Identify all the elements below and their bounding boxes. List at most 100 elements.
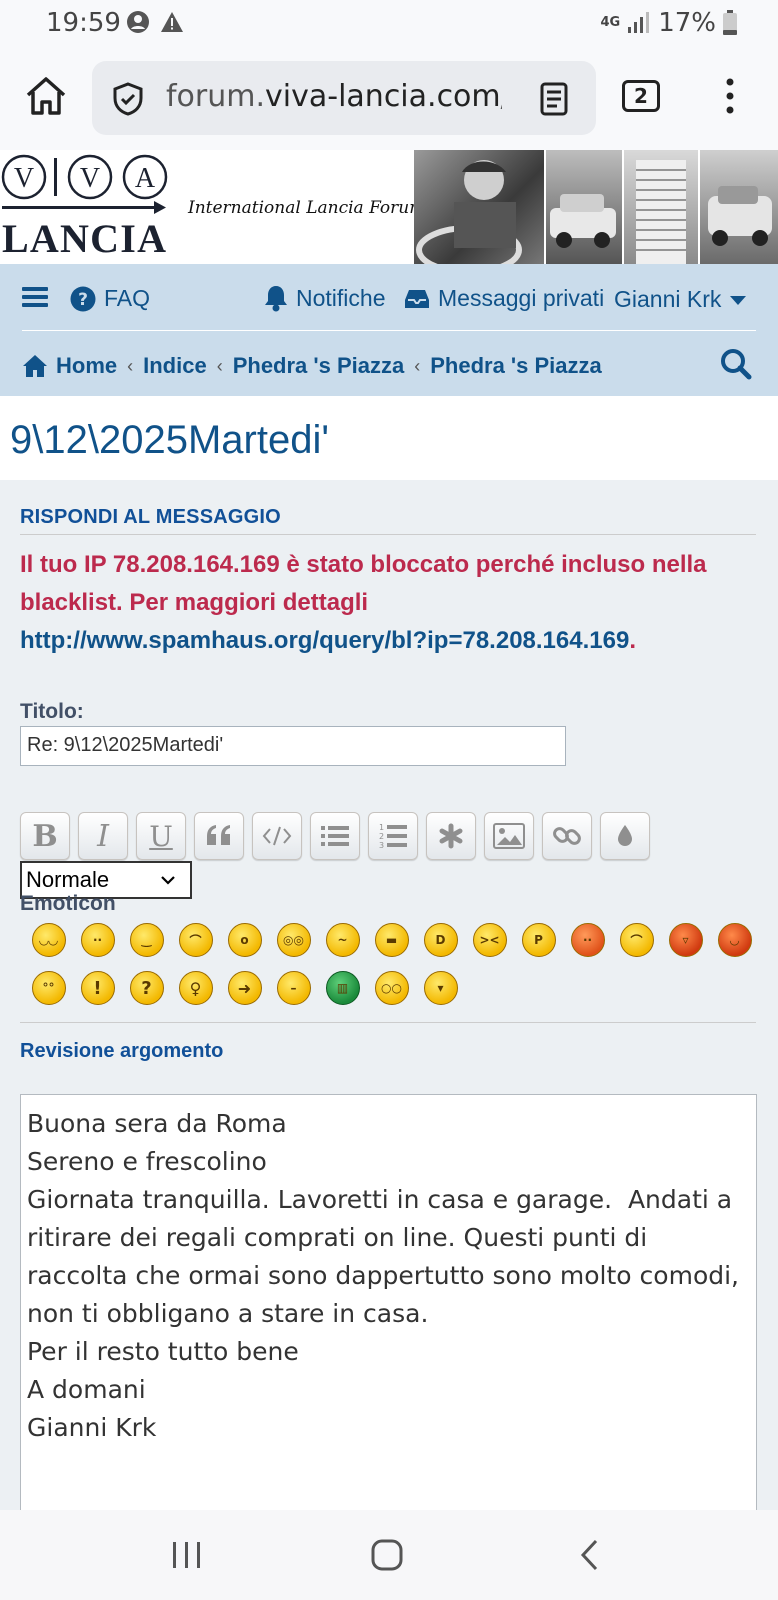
emoticon-confused-icon[interactable]: ~ xyxy=(318,917,367,963)
link-icon xyxy=(553,827,581,845)
svg-text:V: V xyxy=(14,163,34,194)
emoticon-razz-icon[interactable]: P xyxy=(514,917,563,963)
emoticon-smile-icon[interactable]: ·· xyxy=(73,917,122,963)
question-circle-icon: ? xyxy=(70,286,96,311)
emoticon-idea-icon[interactable]: ♀ xyxy=(171,965,220,1011)
signal-icon xyxy=(628,12,650,33)
breadcrumb-index[interactable]: Indice xyxy=(143,353,207,379)
breadcrumb-forum[interactable]: Phedra 's Piazza xyxy=(430,353,602,379)
caret-down-icon[interactable] xyxy=(729,294,747,306)
emoticon-eek-icon[interactable]: ◎◎ xyxy=(269,917,318,963)
code-button[interactable] xyxy=(252,812,302,860)
chevron-down-icon[interactable] xyxy=(160,875,176,885)
message-textarea[interactable]: Buona sera da Roma Sereno e frescolino G… xyxy=(20,1094,757,1514)
emoticon-exclaim-icon[interactable]: ! xyxy=(73,965,122,1011)
reply-panel: RISPONDI AL MESSAGGIO Il tuo IP 78.208.1… xyxy=(0,480,778,1514)
reader-mode-icon[interactable] xyxy=(536,81,572,117)
viva-lancia-logo[interactable]: V V A LANCIA xyxy=(0,152,170,258)
bell-icon xyxy=(265,286,287,312)
status-right: 4G 17% xyxy=(600,8,738,38)
network-type: 4G xyxy=(600,15,621,30)
site-tagline: International Lancia Forums xyxy=(188,198,435,218)
numbered-list-icon: 123 xyxy=(379,823,407,850)
emoticon-label: Emoticon xyxy=(20,892,116,915)
list-button[interactable] xyxy=(310,812,360,860)
header-photo-car xyxy=(546,150,622,264)
emoticon-evil-icon[interactable]: ▿ xyxy=(661,917,710,963)
droplet-icon xyxy=(618,825,632,846)
breadcrumb-separator: ‹ xyxy=(216,355,223,376)
site-header: V V A LANCIA International Lancia Forums xyxy=(0,150,778,264)
color-button[interactable] xyxy=(600,812,650,860)
quote-button[interactable] xyxy=(194,812,244,860)
battery-icon xyxy=(723,10,737,35)
numbered-list-button[interactable]: 123 xyxy=(368,812,418,860)
emoticon-mad-icon[interactable]: >< xyxy=(465,917,514,963)
italic-button[interactable]: I xyxy=(78,812,128,860)
svg-text:?: ? xyxy=(78,290,88,310)
bold-icon: B xyxy=(32,818,58,854)
emoticon-lol-icon[interactable]: D xyxy=(416,917,465,963)
home-icon[interactable] xyxy=(24,74,68,118)
emoticon-surprised-icon[interactable]: o xyxy=(220,917,269,963)
bbcode-toolbar: B I U 123 xyxy=(20,812,650,862)
italic-icon: I xyxy=(97,818,109,854)
tabs-count-button[interactable]: 2 xyxy=(622,80,660,112)
user-menu[interactable]: Gianni Krk xyxy=(614,286,747,313)
emoticon-question-icon[interactable]: ? xyxy=(122,965,171,1011)
link-button[interactable] xyxy=(542,812,592,860)
quote-icon xyxy=(207,825,230,845)
underline-button[interactable]: U xyxy=(136,812,186,860)
back-icon[interactable] xyxy=(578,1538,602,1572)
notifications-link[interactable]: Notifiche xyxy=(264,284,385,312)
shield-icon[interactable] xyxy=(110,81,146,117)
warning-icon xyxy=(161,12,183,32)
private-messages-link[interactable]: Messaggi privati xyxy=(404,285,604,312)
header-photo-driver xyxy=(414,150,544,264)
emoticon-wink-icon[interactable]: ‿ xyxy=(122,917,171,963)
asterisk-icon xyxy=(439,823,463,849)
spamhaus-link[interactable]: http://www.spamhaus.org/query/bl?ip=78.2… xyxy=(20,627,629,654)
topic-review-heading[interactable]: Revisione argomento xyxy=(20,1040,223,1063)
emoticon-twisted-icon[interactable]: ◡ xyxy=(710,917,759,963)
emoticon-cry-icon[interactable]: ⌒ xyxy=(612,917,661,963)
emoticon-row: ◡◡ ·· ‿ ⌒ o ◎◎ ~ ▬ D >< P ·· ⌒ ▿ ◡ xyxy=(24,917,759,963)
list-icon xyxy=(321,826,349,846)
emoticon-sad-icon[interactable]: ⌒ xyxy=(171,917,220,963)
emoticon-neutral-icon[interactable]: – xyxy=(269,965,318,1011)
url-bar[interactable]: forum.viva-lancia.com/p xyxy=(92,61,596,135)
topic-title[interactable]: 9\12\2025Martedi' xyxy=(10,418,329,463)
svg-text:A: A xyxy=(135,163,156,194)
emoticon-cool-icon[interactable]: ▬ xyxy=(367,917,416,963)
breadcrumb: Home ‹ Indice ‹ Phedra 's Piazza ‹ Phedr… xyxy=(22,346,602,386)
bold-button[interactable]: B xyxy=(20,812,70,860)
status-time: 19:59 xyxy=(46,8,121,38)
recent-apps-icon[interactable] xyxy=(170,1538,204,1572)
kebab-menu-icon[interactable] xyxy=(720,76,740,116)
emoticon-redface-icon[interactable]: ·· xyxy=(563,917,612,963)
breadcrumb-forum-parent[interactable]: Phedra 's Piazza xyxy=(233,353,405,379)
breadcrumb-separator: ‹ xyxy=(127,355,134,376)
home-icon[interactable] xyxy=(22,354,48,378)
emoticon-mrgreen-icon[interactable]: ▥ xyxy=(318,965,367,1011)
title-label: Titolo: xyxy=(20,700,84,723)
hamburger-menu-button[interactable] xyxy=(22,286,48,308)
faq-link[interactable]: ? FAQ xyxy=(70,285,150,312)
url-text[interactable]: forum.viva-lancia.com/p xyxy=(166,79,502,114)
breadcrumb-home[interactable]: Home xyxy=(56,353,117,379)
forum-navbar: ? FAQ Notifiche Messaggi privati Gianni … xyxy=(0,264,778,396)
emoticon-biggrin-icon[interactable]: ◡◡ xyxy=(24,917,73,963)
hamburger-icon[interactable] xyxy=(22,286,48,308)
emoticon-geek-icon[interactable]: ○○ xyxy=(367,965,416,1011)
underline-icon: U xyxy=(149,819,173,853)
home-nav-icon[interactable] xyxy=(370,1538,404,1572)
emoticon-rolleyes-icon[interactable]: °° xyxy=(24,965,73,1011)
emoticon-arrow-icon[interactable]: ➜ xyxy=(220,965,269,1011)
list-item-button[interactable] xyxy=(426,812,476,860)
emoticon-row: °° ! ? ♀ ➜ – ▥ ○○ ▾ xyxy=(24,965,465,1011)
image-button[interactable] xyxy=(484,812,534,860)
subject-input[interactable]: Re: 9\12\2025Martedi' xyxy=(20,726,566,766)
emoticon-ugeek-icon[interactable]: ▾ xyxy=(416,965,465,1011)
search-icon[interactable] xyxy=(720,348,752,380)
panel-divider xyxy=(20,1022,756,1023)
